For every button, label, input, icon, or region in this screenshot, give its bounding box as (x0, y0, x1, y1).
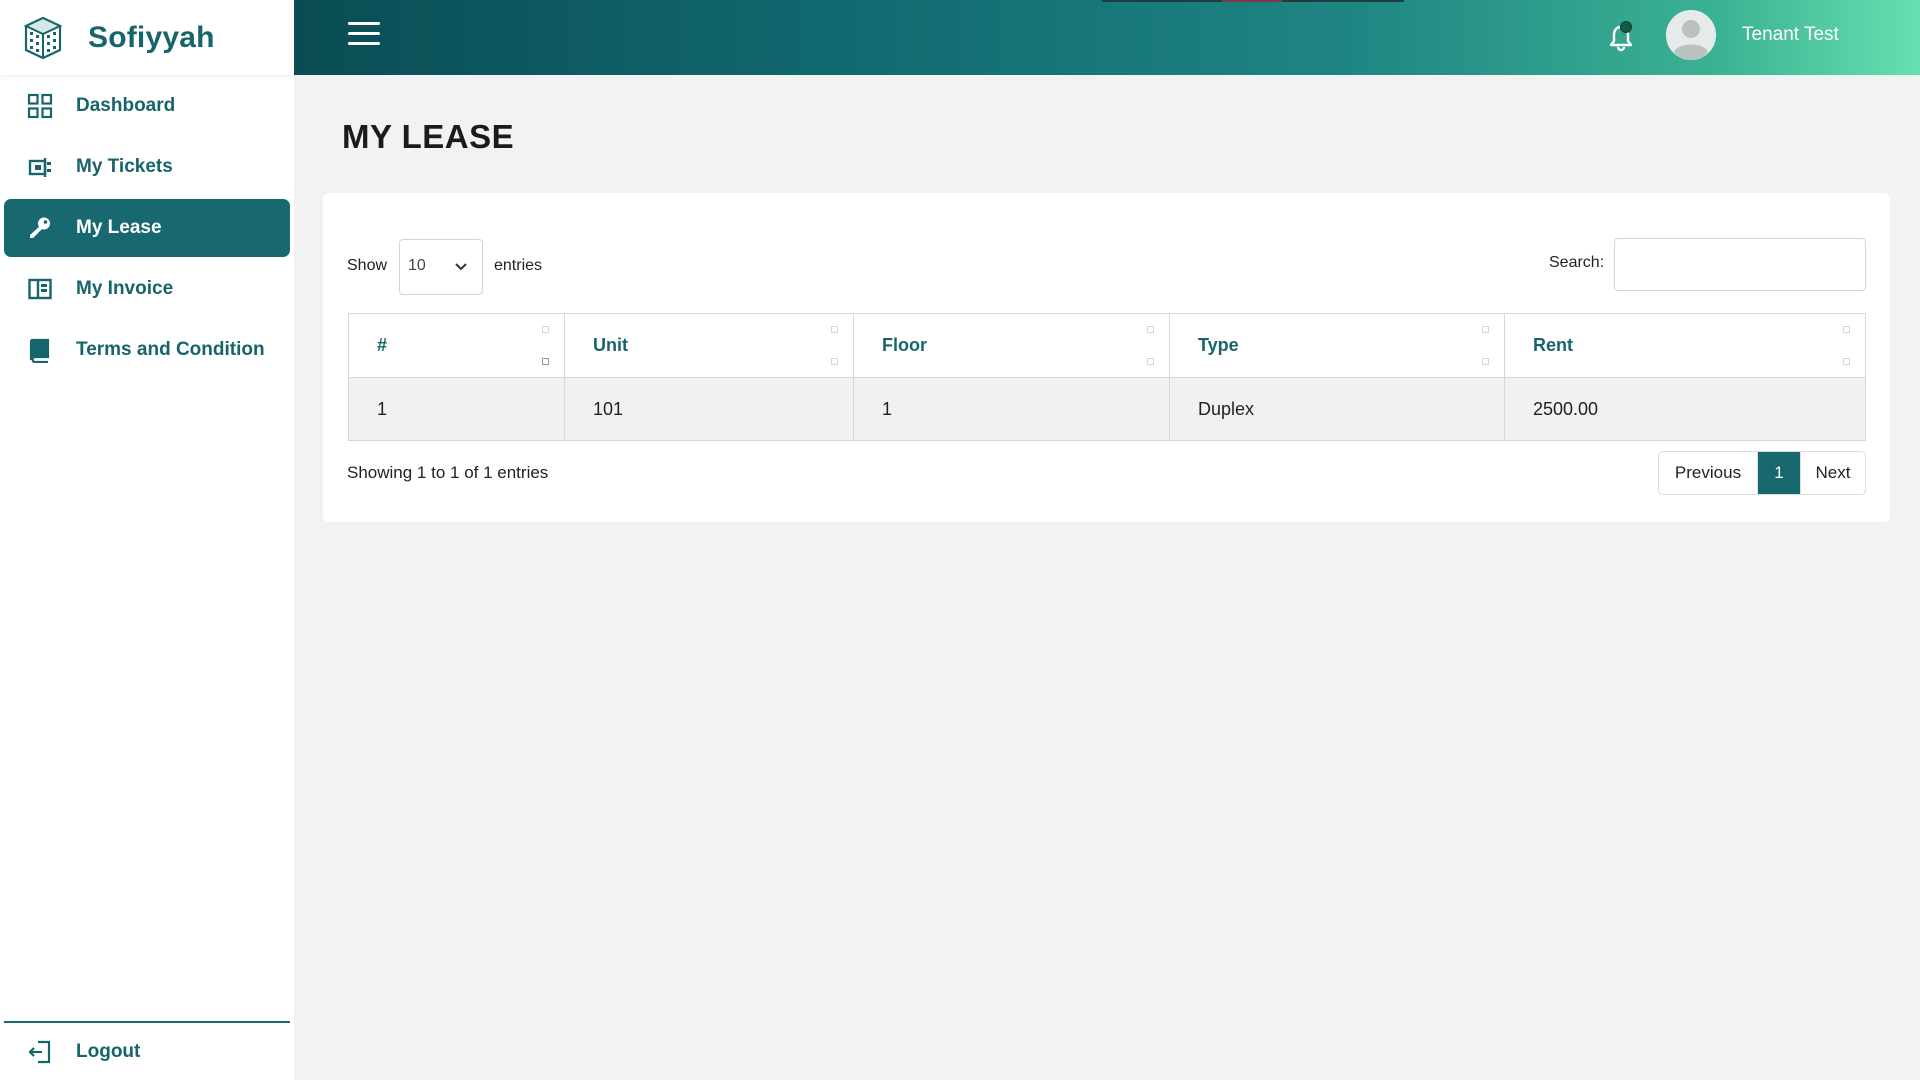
entries-length-value: 10 (408, 257, 426, 274)
user-name[interactable]: Tenant Test (1742, 24, 1839, 46)
logout-button[interactable]: Logout (4, 1024, 290, 1080)
invoice-icon (26, 275, 54, 303)
sort-icon (1482, 324, 1490, 368)
column-header-label: Rent (1533, 335, 1573, 355)
column-header-label: # (377, 335, 388, 355)
page-1-button[interactable]: 1 (1758, 452, 1800, 494)
logout-icon (26, 1038, 54, 1066)
sidebar-item-label: Dashboard (76, 95, 176, 116)
brand[interactable]: Sofiyyah (0, 0, 294, 75)
logout-label: Logout (76, 1041, 141, 1062)
column-header-label: Type (1198, 335, 1239, 355)
avatar[interactable] (1666, 10, 1716, 60)
key-icon (26, 214, 54, 242)
sidebar-item-label: My Invoice (76, 278, 174, 299)
header-accent-line (1222, 0, 1282, 2)
sort-icon (1843, 324, 1851, 368)
ticket-icon (26, 153, 54, 181)
show-label: Show (347, 257, 388, 274)
sort-icon (1147, 324, 1155, 368)
table-header-row: # Unit Floor Type Rent (348, 313, 1866, 378)
sidebar-nav: Dashboard My Tickets My Lease My Invoice… (0, 75, 294, 379)
sidebar-item-label: Terms and Condition (76, 339, 265, 360)
notification-badge (1620, 21, 1632, 33)
sidebar-item-label: My Tickets (76, 156, 173, 177)
sidebar-item-dashboard[interactable]: Dashboard (4, 77, 290, 135)
column-header-unit[interactable]: Unit (564, 313, 854, 378)
cell-rent: 2500.00 (1504, 377, 1866, 441)
sidebar-item-my-tickets[interactable]: My Tickets (4, 138, 290, 196)
cell-unit: 101 (564, 377, 854, 441)
search-label: Search: (1549, 254, 1605, 271)
entries-label: entries (494, 257, 543, 274)
sort-icon (542, 324, 550, 368)
lease-table: # Unit Floor Type Rent 1 101 1 Duplex 25… (348, 313, 1866, 441)
sidebar-item-label: My Lease (76, 217, 162, 238)
grid-icon (26, 92, 54, 120)
hamburger-icon[interactable] (348, 22, 380, 50)
sort-icon (831, 324, 839, 368)
cell-floor: 1 (853, 377, 1170, 441)
table-row: 1 101 1 Duplex 2500.00 (348, 377, 1866, 441)
building-icon (23, 16, 63, 59)
page-title: MY LEASE (342, 118, 515, 155)
column-header-label: Unit (593, 335, 628, 355)
lease-card: Show 10 entries Search: # Unit Floor Typ… (323, 193, 1890, 522)
column-header-type[interactable]: Type (1169, 313, 1505, 378)
next-page-button[interactable]: Next (1800, 452, 1865, 494)
cell-type: Duplex (1169, 377, 1505, 441)
sidebar-item-my-invoice[interactable]: My Invoice (4, 260, 290, 318)
sidebar-divider (4, 1021, 290, 1023)
column-header-rent[interactable]: Rent (1504, 313, 1866, 378)
column-header-floor[interactable]: Floor (853, 313, 1170, 378)
column-header-label: Floor (882, 335, 927, 355)
search-input[interactable] (1614, 238, 1866, 291)
pagination: Previous 1 Next (1658, 451, 1866, 495)
sidebar: Sofiyyah Dashboard My Tickets My Lease M… (0, 0, 294, 1080)
brand-name: Sofiyyah (88, 20, 215, 54)
top-header: Tenant Test (294, 0, 1920, 75)
sidebar-item-my-lease[interactable]: My Lease (4, 199, 290, 257)
previous-page-button[interactable]: Previous (1659, 452, 1758, 494)
cell-number: 1 (348, 377, 565, 441)
entries-length-select[interactable]: 10 (399, 239, 483, 295)
sidebar-item-terms-and-condition[interactable]: Terms and Condition (4, 321, 290, 379)
chevron-down-icon (455, 263, 467, 271)
table-info: Showing 1 to 1 of 1 entries (347, 463, 549, 482)
column-header-number[interactable]: # (348, 313, 565, 378)
book-icon (26, 336, 54, 364)
